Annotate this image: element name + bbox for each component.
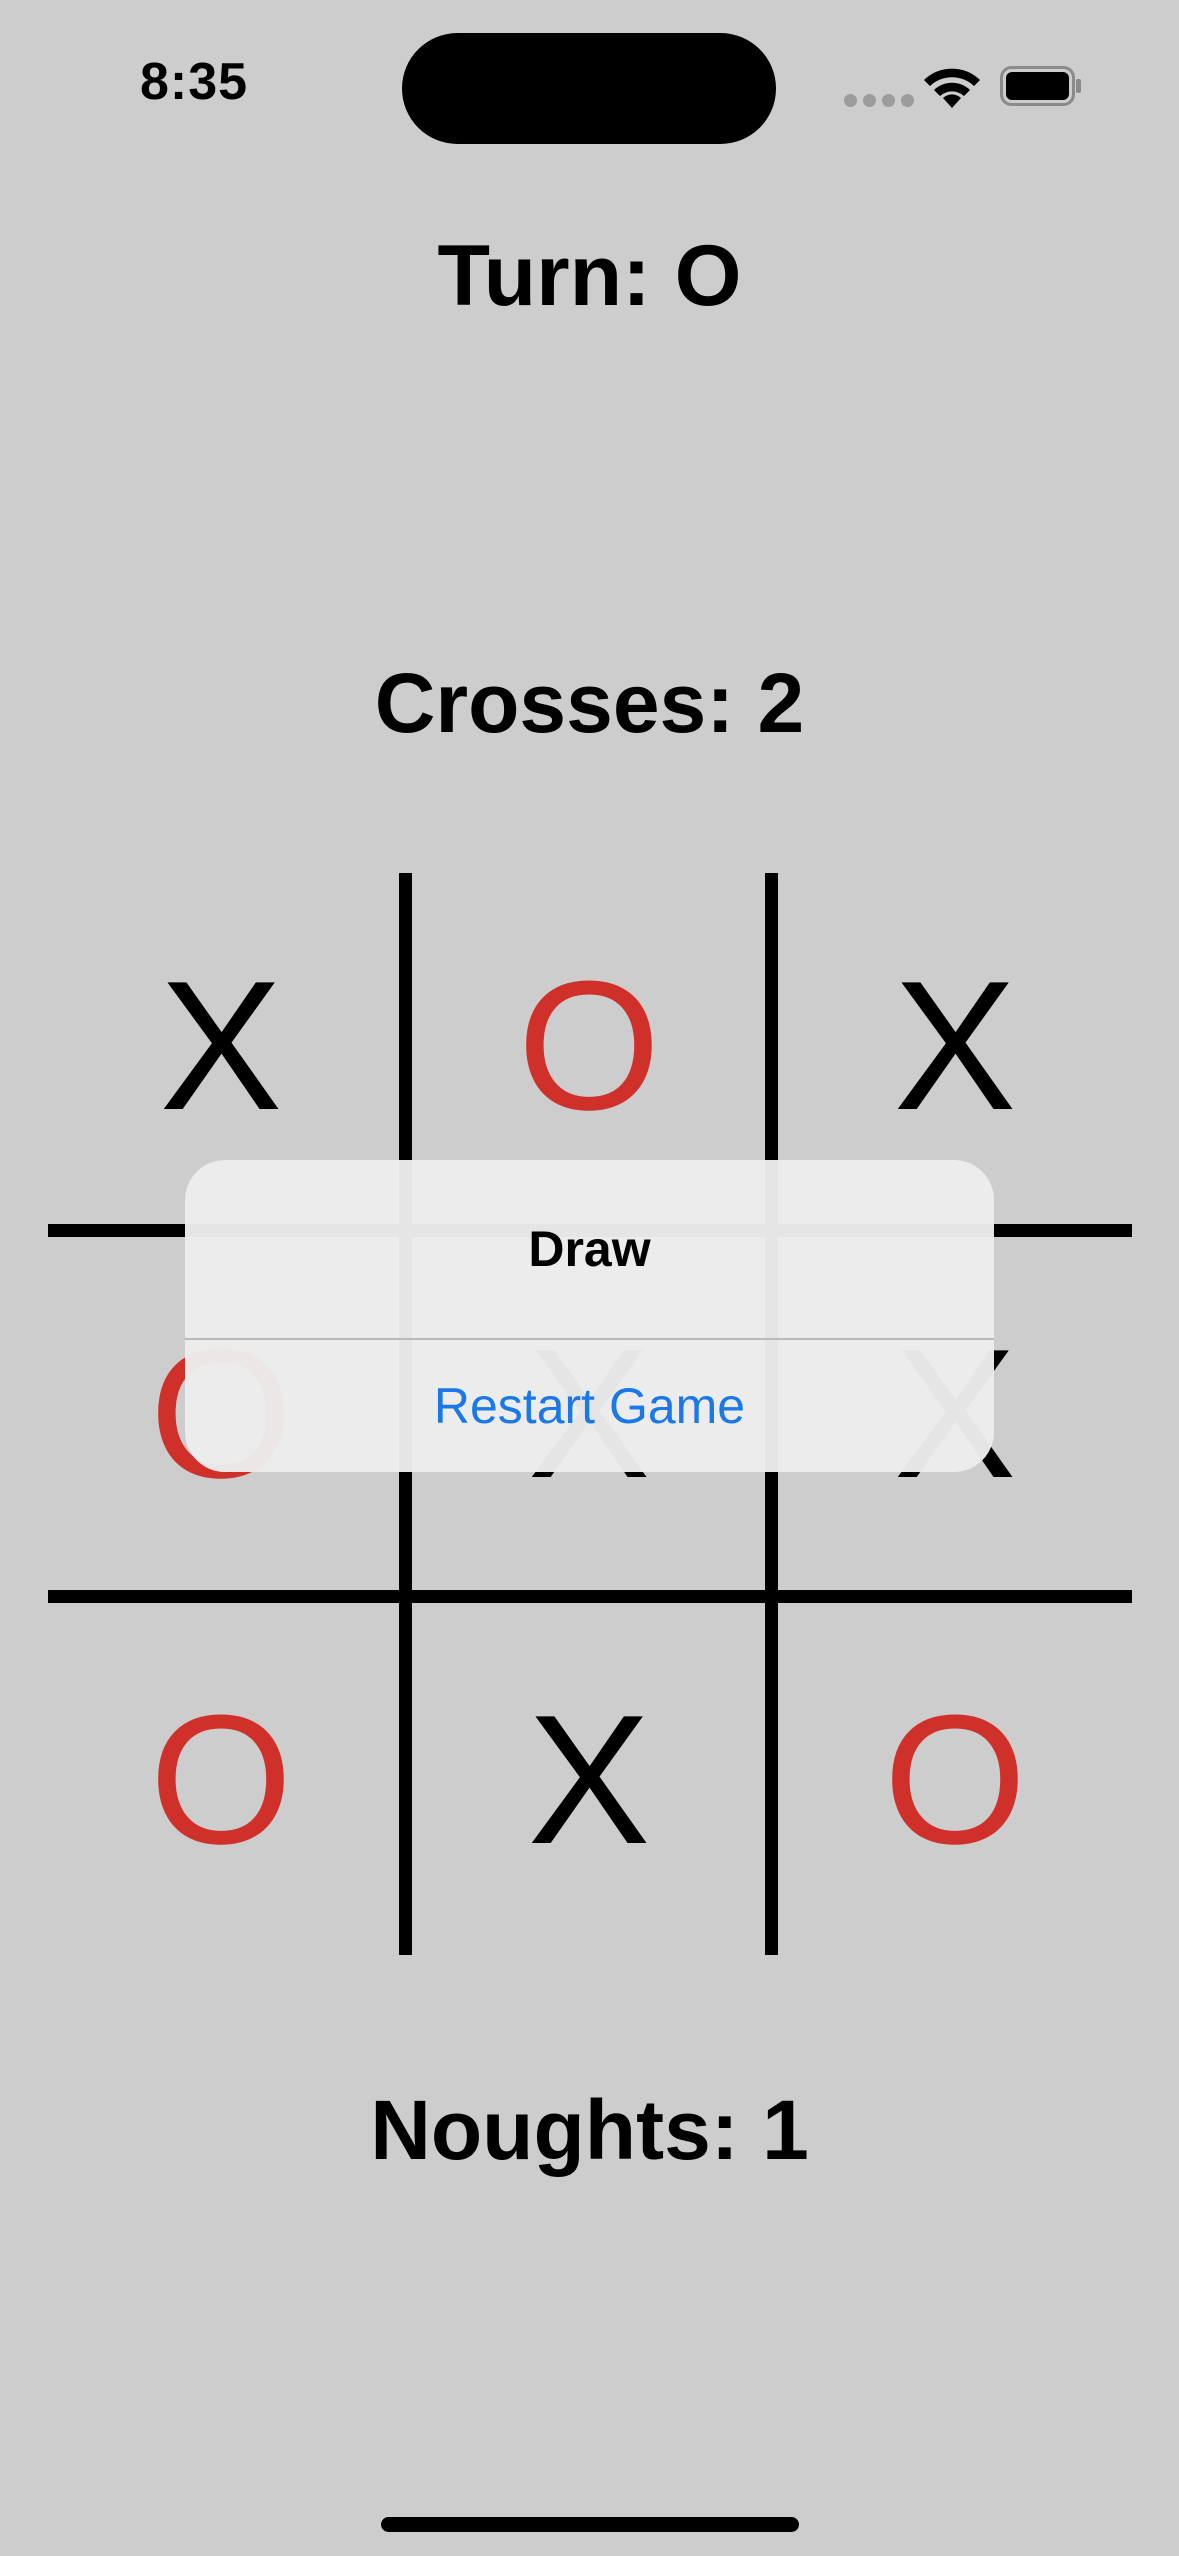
board-cell-r3c3[interactable]: O (772, 1596, 1138, 1962)
dynamic-island (402, 33, 776, 144)
board-cell-r3c2[interactable]: X (406, 1596, 772, 1962)
crosses-score: Crosses: 2 (374, 656, 805, 750)
alert-title: Draw (528, 1221, 651, 1277)
draw-alert: Draw Restart Game (185, 1160, 994, 1472)
signal-dots-icon (844, 94, 920, 112)
board-cell-r3c1[interactable]: O (38, 1596, 404, 1962)
turn-indicator: Turn: O (437, 228, 742, 324)
restart-game-button[interactable]: Restart Game (185, 1340, 994, 1472)
status-time: 8:35 (140, 53, 249, 111)
home-indicator[interactable] (381, 2517, 799, 2532)
noughts-score: Noughts: 1 (370, 2083, 809, 2177)
wifi-icon (924, 68, 980, 108)
battery-icon (1000, 66, 1081, 106)
